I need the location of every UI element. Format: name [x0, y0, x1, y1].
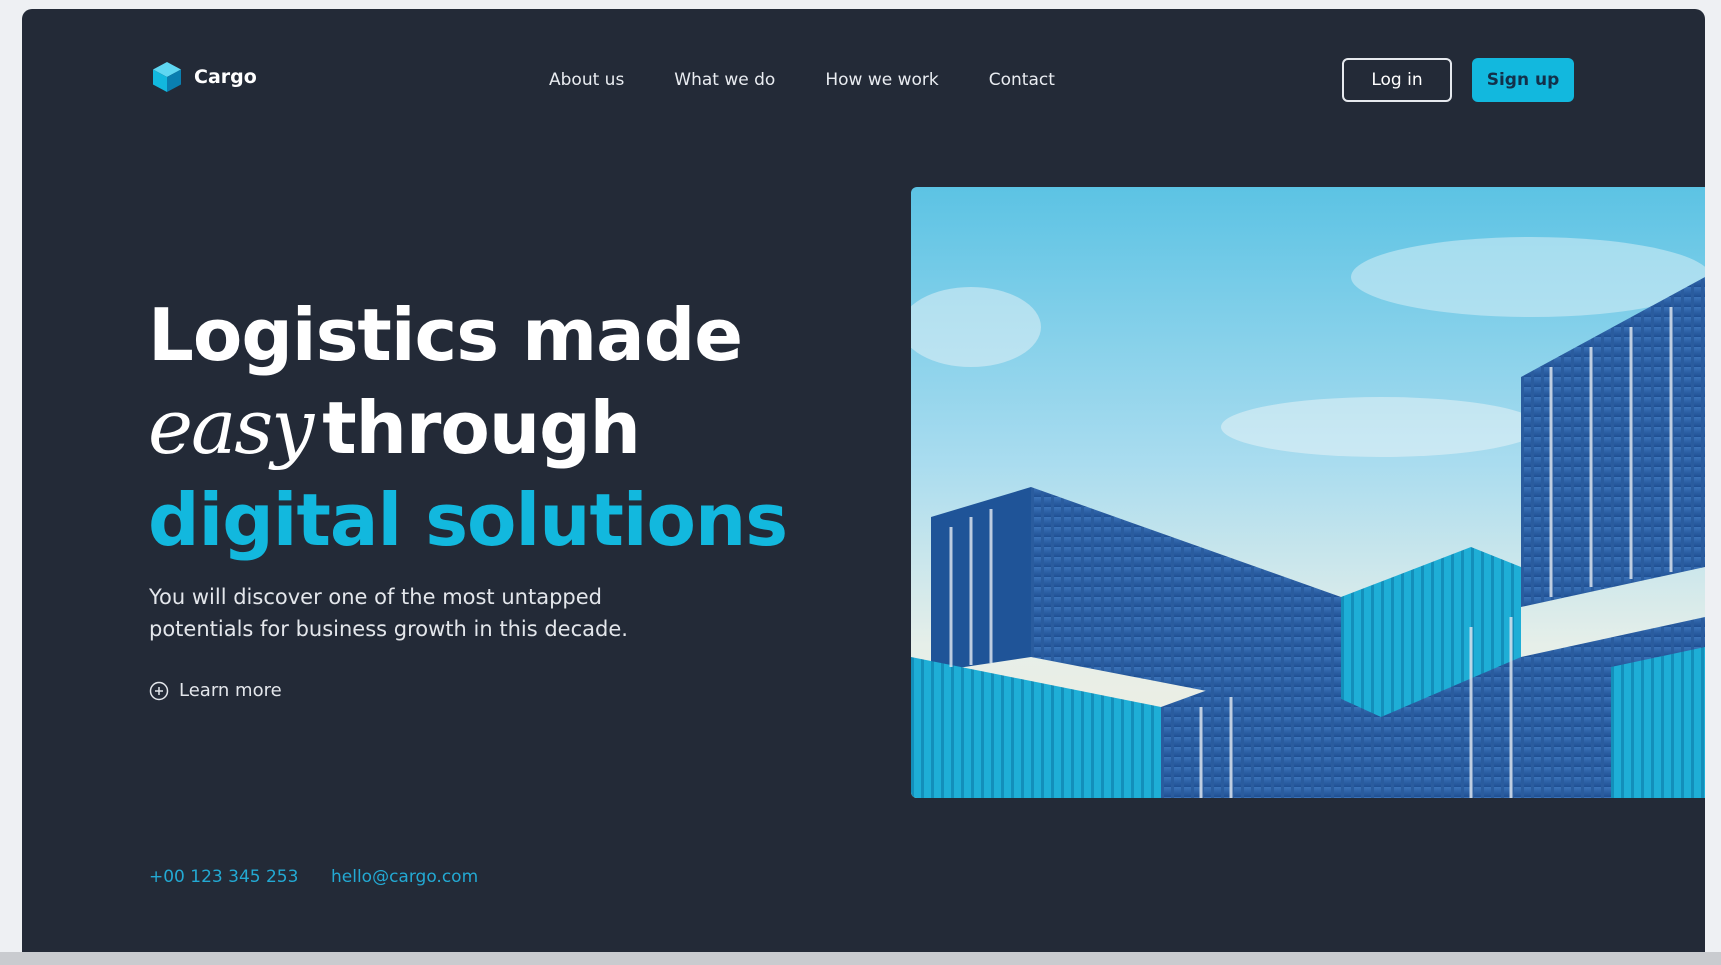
hero-subtext: You will discover one of the most untapp… — [149, 585, 628, 641]
main-nav: About us What we do How we work Contact — [549, 70, 1055, 90]
brand-logo[interactable]: Cargo — [152, 61, 257, 93]
headline-line-2: easy through — [148, 381, 787, 474]
plus-circle-icon — [149, 681, 169, 700]
login-button[interactable]: Log in — [1342, 58, 1452, 102]
hero-image-containers — [911, 187, 1705, 798]
headline-through: through — [322, 386, 641, 470]
learn-more-label: Learn more — [179, 680, 282, 701]
nav-item-how-we-work[interactable]: How we work — [825, 70, 938, 90]
learn-more-link[interactable]: Learn more — [149, 680, 282, 701]
cube-icon — [153, 62, 181, 92]
headline-accent: digital solutions — [148, 478, 788, 562]
signup-button[interactable]: Sign up — [1472, 58, 1574, 102]
contact-phone[interactable]: +00 123 345 253 — [149, 867, 298, 887]
nav-item-about-us[interactable]: About us — [549, 70, 624, 90]
headline-easy-script: easy — [148, 382, 314, 471]
headline-line-1: Logistics made — [148, 293, 743, 377]
page-frame: Cargo About us What we do How we work Co… — [22, 9, 1705, 952]
nav-item-what-we-do[interactable]: What we do — [674, 70, 775, 90]
nav-item-contact[interactable]: Contact — [989, 70, 1055, 90]
hero-headline: Logistics made easy through digital solut… — [148, 289, 788, 566]
bottom-scrollbar — [0, 952, 1721, 965]
contact-email[interactable]: hello@cargo.com — [331, 867, 478, 887]
brand-name: Cargo — [194, 66, 257, 88]
